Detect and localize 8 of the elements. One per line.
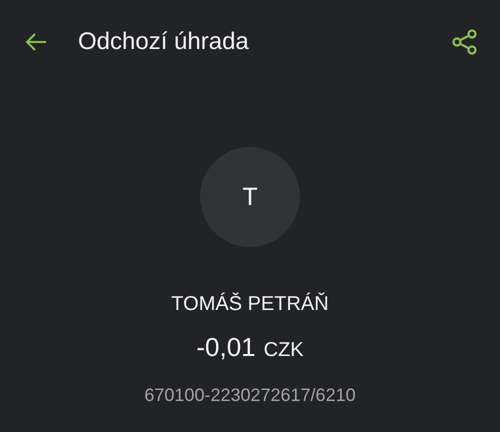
screen-title: Odchozí úhrada: [78, 28, 250, 56]
share-icon: [451, 28, 479, 56]
payee-name: TOMÁŠ PETRÁŇ: [171, 293, 329, 316]
amount: -0,01: [196, 332, 256, 363]
avatar: T: [200, 147, 300, 247]
back-icon: [24, 32, 48, 52]
currency: CZK: [264, 339, 304, 362]
account-number: 670100-2230272617/6210: [144, 385, 356, 406]
